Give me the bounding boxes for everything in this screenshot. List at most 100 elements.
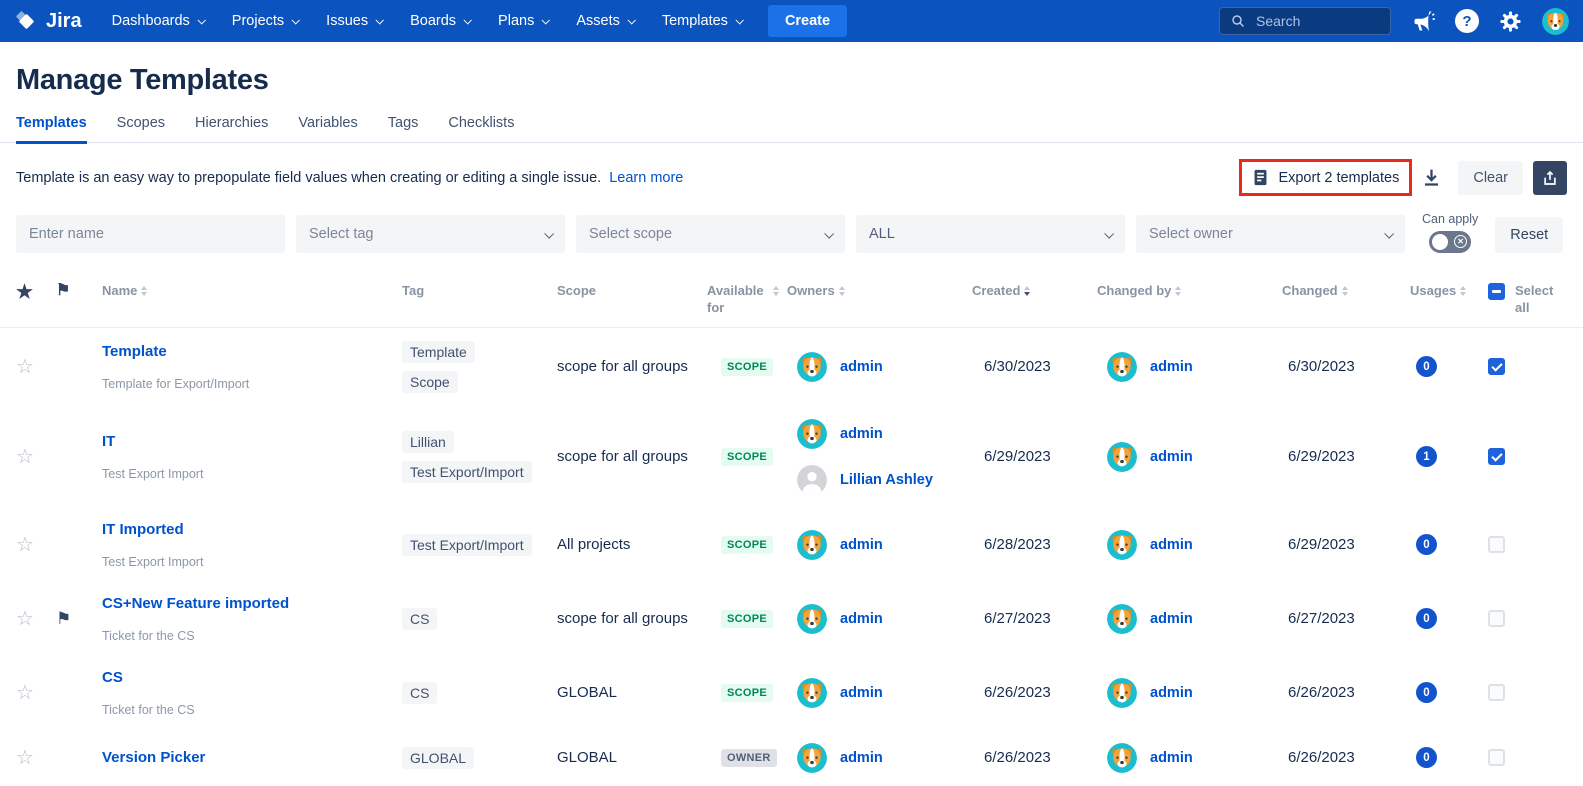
owners-cell: admin <box>787 352 972 382</box>
usages-badge[interactable]: 0 <box>1416 608 1437 629</box>
toggle-x-icon: ✕ <box>1454 235 1467 248</box>
scope-cell: scope for all groups <box>557 610 707 627</box>
nav-item-plans[interactable]: Plans <box>484 0 562 42</box>
select-all-checkbox[interactable] <box>1488 283 1505 300</box>
user-link[interactable]: admin <box>840 537 883 553</box>
row-checkbox[interactable] <box>1488 610 1505 627</box>
share-button[interactable] <box>1533 161 1567 195</box>
owner-filter-select[interactable]: Select owner <box>1136 215 1405 253</box>
download-button[interactable] <box>1419 165 1444 190</box>
usages-badge[interactable]: 0 <box>1416 534 1437 555</box>
usages-badge[interactable]: 0 <box>1416 682 1437 703</box>
template-name-link[interactable]: IT Imported <box>102 521 388 538</box>
usages-badge[interactable]: 1 <box>1416 446 1437 467</box>
flag-header-icon[interactable]: ⚑ <box>56 283 70 299</box>
dog-avatar <box>1107 743 1137 773</box>
star-icon[interactable]: ☆ <box>16 680 56 705</box>
row-checkbox[interactable] <box>1488 358 1505 375</box>
create-button[interactable]: Create <box>768 5 847 37</box>
created-date: 6/27/2023 <box>972 610 1097 627</box>
export-highlight-box: Export 2 templates <box>1239 159 1412 196</box>
star-icon[interactable]: ☆ <box>16 532 56 557</box>
nav-item-issues[interactable]: Issues <box>312 0 396 42</box>
tag-chip: CS <box>402 682 437 704</box>
user-link[interactable]: admin <box>840 611 883 627</box>
template-name-link[interactable]: CS+New Feature imported <box>102 595 388 612</box>
template-name-link[interactable]: IT <box>102 433 388 450</box>
usages-badge[interactable]: 0 <box>1416 356 1437 377</box>
user-entry: Lillian Ashley <box>797 465 972 495</box>
row-checkbox[interactable] <box>1488 684 1505 701</box>
star-icon[interactable]: ☆ <box>16 745 56 770</box>
help-icon[interactable]: ? <box>1455 9 1479 33</box>
tab-checklists[interactable]: Checklists <box>448 115 514 142</box>
user-entry: admin <box>1107 604 1282 634</box>
user-link[interactable]: admin <box>1150 750 1193 766</box>
row-checkbox[interactable] <box>1488 749 1505 766</box>
availability-badge: OWNER <box>721 749 777 767</box>
share-icon <box>1541 169 1559 187</box>
announcements-icon[interactable] <box>1411 9 1435 33</box>
column-header-changed[interactable]: Changed <box>1282 283 1410 300</box>
nav-item-assets[interactable]: Assets <box>562 0 648 42</box>
scope-filter-select[interactable]: Select scope <box>576 215 845 253</box>
user-link[interactable]: admin <box>840 685 883 701</box>
tag-chip: Test Export/Import <box>402 461 532 483</box>
tag-filter-select[interactable]: Select tag <box>296 215 565 253</box>
user-link[interactable]: admin <box>1150 537 1193 553</box>
user-link[interactable]: admin <box>840 750 883 766</box>
dog-avatar <box>797 743 827 773</box>
star-icon[interactable]: ☆ <box>16 444 56 469</box>
column-header-name[interactable]: Name <box>102 283 402 300</box>
usages-cell: 0 <box>1410 608 1488 629</box>
search-input[interactable] <box>1254 12 1380 30</box>
user-link[interactable]: admin <box>1150 611 1193 627</box>
can-apply-toggle[interactable]: ✕ <box>1429 231 1471 253</box>
reset-button[interactable]: Reset <box>1495 217 1563 253</box>
nav-item-dashboards[interactable]: Dashboards <box>98 0 218 42</box>
usages-badge[interactable]: 0 <box>1416 747 1437 768</box>
column-header-created[interactable]: Created <box>972 283 1097 300</box>
user-link[interactable]: admin <box>1150 359 1193 375</box>
column-header-changedby[interactable]: Changed by <box>1097 283 1282 300</box>
column-header-usages[interactable]: Usages <box>1410 283 1488 300</box>
export-templates-button[interactable]: Export 2 templates <box>1244 163 1407 192</box>
tab-variables[interactable]: Variables <box>298 115 357 142</box>
template-name-link[interactable]: Template <box>102 343 388 360</box>
sort-icon <box>1175 286 1181 296</box>
jira-logo[interactable]: Jira <box>14 9 82 34</box>
settings-gear-icon[interactable] <box>1499 10 1522 33</box>
column-header-owners[interactable]: Owners <box>787 283 972 300</box>
usages-cell: 0 <box>1410 534 1488 555</box>
tab-tags[interactable]: Tags <box>388 115 419 142</box>
template-name-link[interactable]: CS <box>102 669 388 686</box>
learn-more-link[interactable]: Learn more <box>609 170 683 186</box>
user-link[interactable]: admin <box>840 426 883 442</box>
tab-templates[interactable]: Templates <box>16 115 87 144</box>
can-apply-label: Can apply <box>1422 212 1478 226</box>
changed-by-cell: admin <box>1097 604 1282 634</box>
nav-item-projects[interactable]: Projects <box>218 0 312 42</box>
template-name-link[interactable]: Version Picker <box>102 749 388 766</box>
user-link[interactable]: admin <box>840 359 883 375</box>
tab-scopes[interactable]: Scopes <box>117 115 165 142</box>
nav-item-boards[interactable]: Boards <box>396 0 484 42</box>
template-description: Test Export Import <box>102 467 388 481</box>
user-link[interactable]: Lillian Ashley <box>840 472 933 488</box>
star-icon[interactable]: ☆ <box>16 354 56 379</box>
row-checkbox[interactable] <box>1488 448 1505 465</box>
tab-hierarchies[interactable]: Hierarchies <box>195 115 268 142</box>
star-header-icon[interactable]: ★ <box>16 283 33 302</box>
row-checkbox[interactable] <box>1488 536 1505 553</box>
user-avatar[interactable] <box>1542 8 1569 35</box>
clear-button[interactable]: Clear <box>1458 161 1523 195</box>
user-link[interactable]: admin <box>1150 685 1193 701</box>
user-link[interactable]: admin <box>1150 449 1193 465</box>
star-icon[interactable]: ☆ <box>16 606 56 631</box>
type-filter-select[interactable]: ALL <box>856 215 1125 253</box>
chevron-down-icon <box>735 16 743 24</box>
global-search[interactable] <box>1219 7 1391 35</box>
name-filter-input[interactable] <box>16 215 285 253</box>
column-header-available[interactable]: Available for <box>707 283 787 317</box>
nav-item-templates[interactable]: Templates <box>648 0 756 42</box>
